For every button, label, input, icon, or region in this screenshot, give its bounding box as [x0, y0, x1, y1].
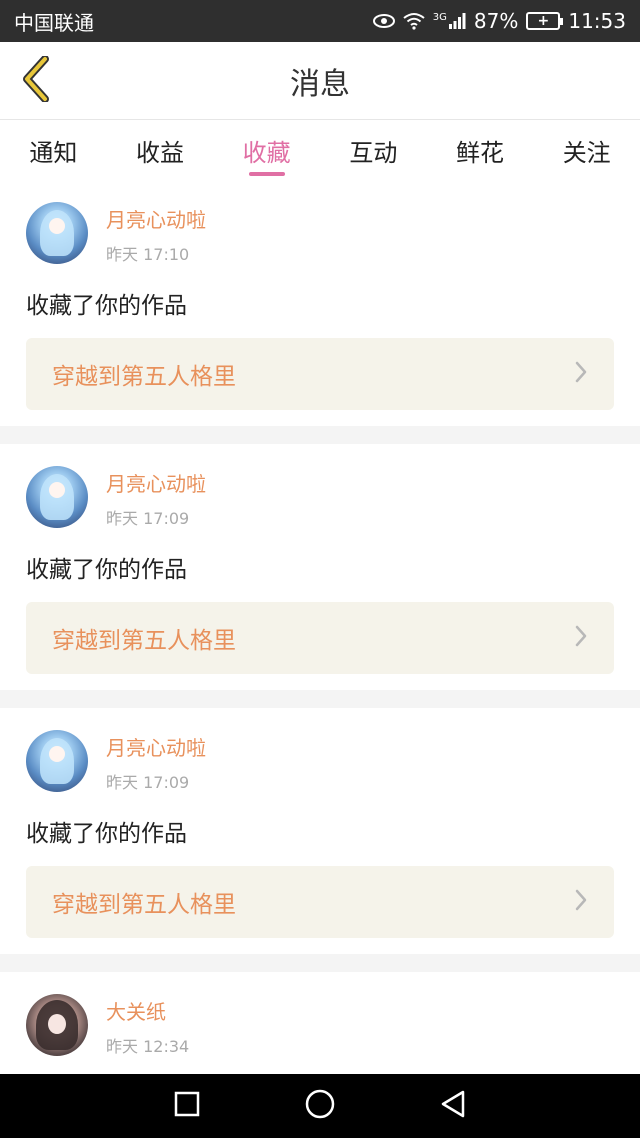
timestamp: 昨天 17:09 — [106, 773, 190, 792]
tab-earnings[interactable]: 收益 — [107, 120, 214, 180]
chevron-right-icon — [574, 360, 588, 388]
home-button[interactable] — [298, 1084, 342, 1128]
user-row: 月亮心动啦 昨天 17:09 — [26, 730, 614, 794]
tab-label: 鲜花 — [456, 138, 505, 167]
work-title: 穿越到第五人格里 — [52, 628, 236, 654]
active-tab-indicator — [248, 172, 285, 176]
chevron-right-icon — [574, 888, 588, 916]
message-card: 月亮心动啦 昨天 17:09 收藏了你的作品 穿越到第五人格里 — [0, 708, 640, 954]
username-link[interactable]: 月亮心动啦 — [106, 468, 206, 497]
work-title: 穿越到第五人格里 — [52, 364, 236, 390]
page-title: 消息 — [290, 67, 350, 102]
battery-icon: + — [526, 12, 564, 30]
user-meta: 月亮心动啦 昨天 17:09 — [106, 730, 206, 793]
recents-button[interactable] — [165, 1084, 209, 1128]
user-row: 月亮心动啦 昨天 17:10 — [26, 202, 614, 266]
signal-icon: 3G — [433, 12, 466, 30]
message-card: 月亮心动啦 昨天 17:09 收藏了你的作品 穿越到第五人格里 — [0, 444, 640, 690]
tab-notifications[interactable]: 通知 — [0, 120, 107, 180]
timestamp: 昨天 12:34 — [106, 1037, 190, 1056]
avatar[interactable] — [26, 730, 88, 792]
chevron-left-icon — [20, 55, 52, 106]
message-list[interactable]: 月亮心动啦 昨天 17:10 收藏了你的作品 穿越到第五人格里 月亮心动啦 昨天… — [0, 180, 640, 1074]
tab-label: 收益 — [136, 138, 184, 167]
wifi-icon — [403, 12, 425, 30]
status-icons: 3G 87% + 11:53 — [372, 9, 626, 33]
tab-interactions[interactable]: 互动 — [320, 120, 427, 180]
tab-follows[interactable]: 关注 — [533, 120, 640, 180]
square-icon — [173, 1090, 201, 1122]
user-meta: 月亮心动啦 昨天 17:10 — [106, 202, 206, 265]
user-row: 月亮心动啦 昨天 17:09 — [26, 466, 614, 530]
user-meta: 月亮心动啦 昨天 17:09 — [106, 466, 206, 529]
network-type-label: 3G — [432, 12, 447, 23]
timestamp: 昨天 17:10 — [106, 245, 190, 264]
message-card: 月亮心动啦 昨天 17:10 收藏了你的作品 穿越到第五人格里 — [0, 180, 640, 426]
tab-label: 关注 — [562, 138, 611, 167]
username-link[interactable]: 月亮心动啦 — [106, 732, 206, 761]
clock-time: 11:53 — [568, 9, 626, 33]
tab-bar: 通知 收益 收藏 互动 鲜花 关注 — [0, 120, 640, 180]
header: 消息 — [0, 42, 640, 120]
status-bar: 中国联通 3G 87% + 11:53 — [0, 0, 640, 42]
tab-label: 通知 — [29, 138, 78, 167]
tab-favorites[interactable]: 收藏 — [213, 120, 320, 180]
action-text: 收藏了你的作品 — [26, 557, 187, 583]
avatar[interactable] — [26, 994, 88, 1056]
back-nav-button[interactable] — [431, 1084, 475, 1128]
action-text: 收藏了你的作品 — [26, 821, 187, 847]
tab-label: 互动 — [349, 138, 398, 167]
username-link[interactable]: 大关纸 — [106, 996, 189, 1025]
chevron-right-icon — [574, 624, 588, 652]
eye-icon — [372, 13, 395, 29]
username-link[interactable]: 月亮心动啦 — [106, 204, 206, 233]
system-nav-bar — [0, 1074, 640, 1138]
back-button[interactable] — [12, 54, 60, 108]
action-text: 收藏了你的作品 — [26, 293, 187, 319]
work-link[interactable]: 穿越到第五人格里 — [26, 866, 614, 938]
avatar[interactable] — [26, 202, 88, 264]
battery-percent: 87% — [473, 9, 519, 33]
tab-label: 收藏 — [242, 138, 291, 167]
user-meta: 大关纸 昨天 12:34 — [106, 994, 189, 1057]
circle-icon — [304, 1088, 336, 1124]
carrier-label: 中国联通 — [14, 10, 94, 35]
message-card: 大关纸 昨天 12:34 — [0, 972, 640, 1074]
triangle-back-icon — [439, 1089, 467, 1123]
user-row: 大关纸 昨天 12:34 — [26, 994, 614, 1058]
work-link[interactable]: 穿越到第五人格里 — [26, 602, 614, 674]
timestamp: 昨天 17:09 — [106, 509, 190, 528]
tab-flowers[interactable]: 鲜花 — [427, 120, 534, 180]
work-title: 穿越到第五人格里 — [52, 892, 236, 918]
work-link[interactable]: 穿越到第五人格里 — [26, 338, 614, 410]
avatar[interactable] — [26, 466, 88, 528]
